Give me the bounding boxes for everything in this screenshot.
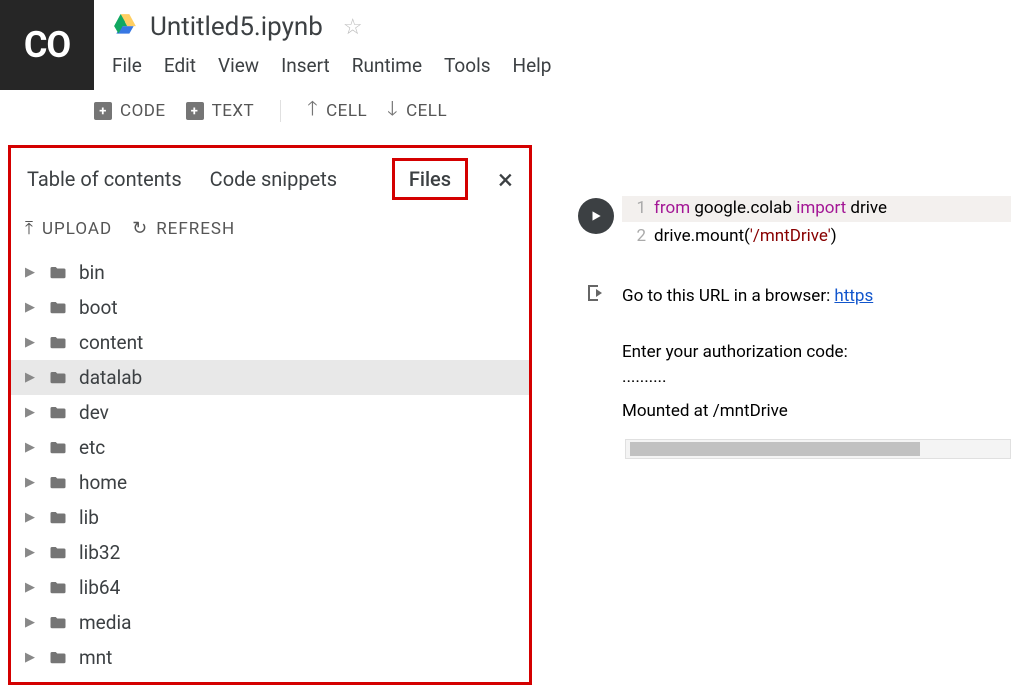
cell-output: Go to this URL in a browser: https Enter… <box>570 281 1011 425</box>
notebook-area: 1from google.colab import drive 2drive.m… <box>570 190 1011 459</box>
caret-right-icon: ▶ <box>25 335 37 350</box>
output-text: Go to this URL in a browser: https Enter… <box>622 281 1011 425</box>
tree-folder-lib32[interactable]: ▶ lib32 <box>11 535 529 570</box>
arrow-up-icon: 🡑 <box>307 94 318 128</box>
folder-label: mnt <box>79 646 112 669</box>
folder-label: lib <box>79 506 99 529</box>
caret-right-icon: ▶ <box>25 265 37 280</box>
move-cell-down-button[interactable]: 🡓CELL <box>387 94 447 128</box>
doc-title[interactable]: Untitled5.ipynb <box>150 12 323 42</box>
code-editor[interactable]: 1from google.colab import drive 2drive.m… <box>622 190 1011 253</box>
folder-label: etc <box>79 436 105 459</box>
add-code-button[interactable]: +CODE <box>94 101 166 121</box>
caret-right-icon: ▶ <box>25 545 37 560</box>
separator <box>280 100 281 122</box>
arrow-down-icon: 🡓 <box>387 94 398 128</box>
menu-file[interactable]: File <box>112 54 142 77</box>
plus-icon: + <box>94 102 112 120</box>
colab-logo[interactable]: CO <box>0 0 94 90</box>
tree-folder-mnt[interactable]: ▶ mnt <box>11 640 529 675</box>
folder-icon <box>47 404 69 422</box>
star-icon[interactable]: ☆ <box>343 15 363 40</box>
tree-folder-dev[interactable]: ▶ dev <box>11 395 529 430</box>
folder-icon <box>47 509 69 527</box>
refresh-icon: ↻ <box>132 218 148 239</box>
tree-folder-media[interactable]: ▶ media <box>11 605 529 640</box>
folder-label: boot <box>79 296 118 319</box>
folder-icon <box>47 614 69 632</box>
add-text-button[interactable]: +TEXT <box>186 101 255 121</box>
folder-label: bin <box>79 261 105 284</box>
caret-right-icon: ▶ <box>25 475 37 490</box>
tree-folder-etc[interactable]: ▶ etc <box>11 430 529 465</box>
folder-icon <box>47 334 69 352</box>
horizontal-scrollbar[interactable] <box>625 439 1011 459</box>
close-icon[interactable]: × <box>498 163 513 196</box>
line-number: 1 <box>622 196 646 222</box>
run-button[interactable] <box>578 198 614 234</box>
tree-folder-datalab[interactable]: ▶ datalab <box>11 360 529 395</box>
folder-label: media <box>79 611 131 634</box>
tab-snippets[interactable]: Code snippets <box>210 167 337 191</box>
caret-right-icon: ▶ <box>25 650 37 665</box>
menu-runtime[interactable]: Runtime <box>352 54 422 77</box>
folder-icon <box>47 439 69 457</box>
scrollbar-thumb[interactable] <box>630 442 920 456</box>
caret-right-icon: ▶ <box>25 300 37 315</box>
sidebar-panel: Table of contents Code snippets Files × … <box>8 145 532 685</box>
upload-icon: ⤒ <box>25 218 34 239</box>
menu-insert[interactable]: Insert <box>281 54 330 77</box>
refresh-button[interactable]: ↻REFRESH <box>132 218 235 239</box>
menu-bar: File Edit View Insert Runtime Tools Help <box>112 54 1011 77</box>
play-icon <box>589 209 603 223</box>
output-icon <box>584 290 608 309</box>
folder-icon <box>47 474 69 492</box>
menu-help[interactable]: Help <box>513 54 552 77</box>
upload-button[interactable]: ⤒UPLOAD <box>25 218 112 239</box>
move-cell-up-button[interactable]: 🡑CELL <box>307 94 367 128</box>
folder-icon <box>47 369 69 387</box>
caret-right-icon: ▶ <box>25 615 37 630</box>
menu-edit[interactable]: Edit <box>164 54 196 77</box>
folder-label: lib32 <box>79 541 120 564</box>
caret-right-icon: ▶ <box>25 580 37 595</box>
caret-right-icon: ▶ <box>25 405 37 420</box>
file-tree: ▶ bin ▶ boot ▶ content ▶ datalab ▶ dev ▶ etc ▶ home ▶ l… <box>11 251 529 691</box>
folder-icon <box>47 544 69 562</box>
drive-icon <box>112 12 138 42</box>
folder-icon <box>47 649 69 667</box>
folder-label: home <box>79 471 127 494</box>
folder-label: dev <box>79 401 109 424</box>
tree-folder-boot[interactable]: ▶ boot <box>11 290 529 325</box>
tree-folder-lib64[interactable]: ▶ lib64 <box>11 570 529 605</box>
caret-right-icon: ▶ <box>25 440 37 455</box>
menu-view[interactable]: View <box>218 54 259 77</box>
tab-toc[interactable]: Table of contents <box>27 167 182 191</box>
tree-folder-content[interactable]: ▶ content <box>11 325 529 360</box>
folder-label: content <box>79 331 143 354</box>
folder-icon <box>47 579 69 597</box>
tree-folder-home[interactable]: ▶ home <box>11 465 529 500</box>
tree-folder-bin[interactable]: ▶ bin <box>11 255 529 290</box>
toolbar: +CODE +TEXT 🡑CELL 🡓CELL <box>0 90 1011 132</box>
code-cell: 1from google.colab import drive 2drive.m… <box>570 190 1011 253</box>
menu-tools[interactable]: Tools <box>444 54 491 77</box>
folder-label: lib64 <box>79 576 120 599</box>
tab-files[interactable]: Files <box>392 158 468 200</box>
line-number: 2 <box>622 224 646 250</box>
folder-icon <box>47 299 69 317</box>
caret-right-icon: ▶ <box>25 370 37 385</box>
folder-icon <box>47 264 69 282</box>
tree-folder-lib[interactable]: ▶ lib <box>11 500 529 535</box>
plus-icon: + <box>186 102 204 120</box>
caret-right-icon: ▶ <box>25 510 37 525</box>
auth-url-link[interactable]: https <box>834 286 873 306</box>
folder-label: datalab <box>79 366 142 389</box>
